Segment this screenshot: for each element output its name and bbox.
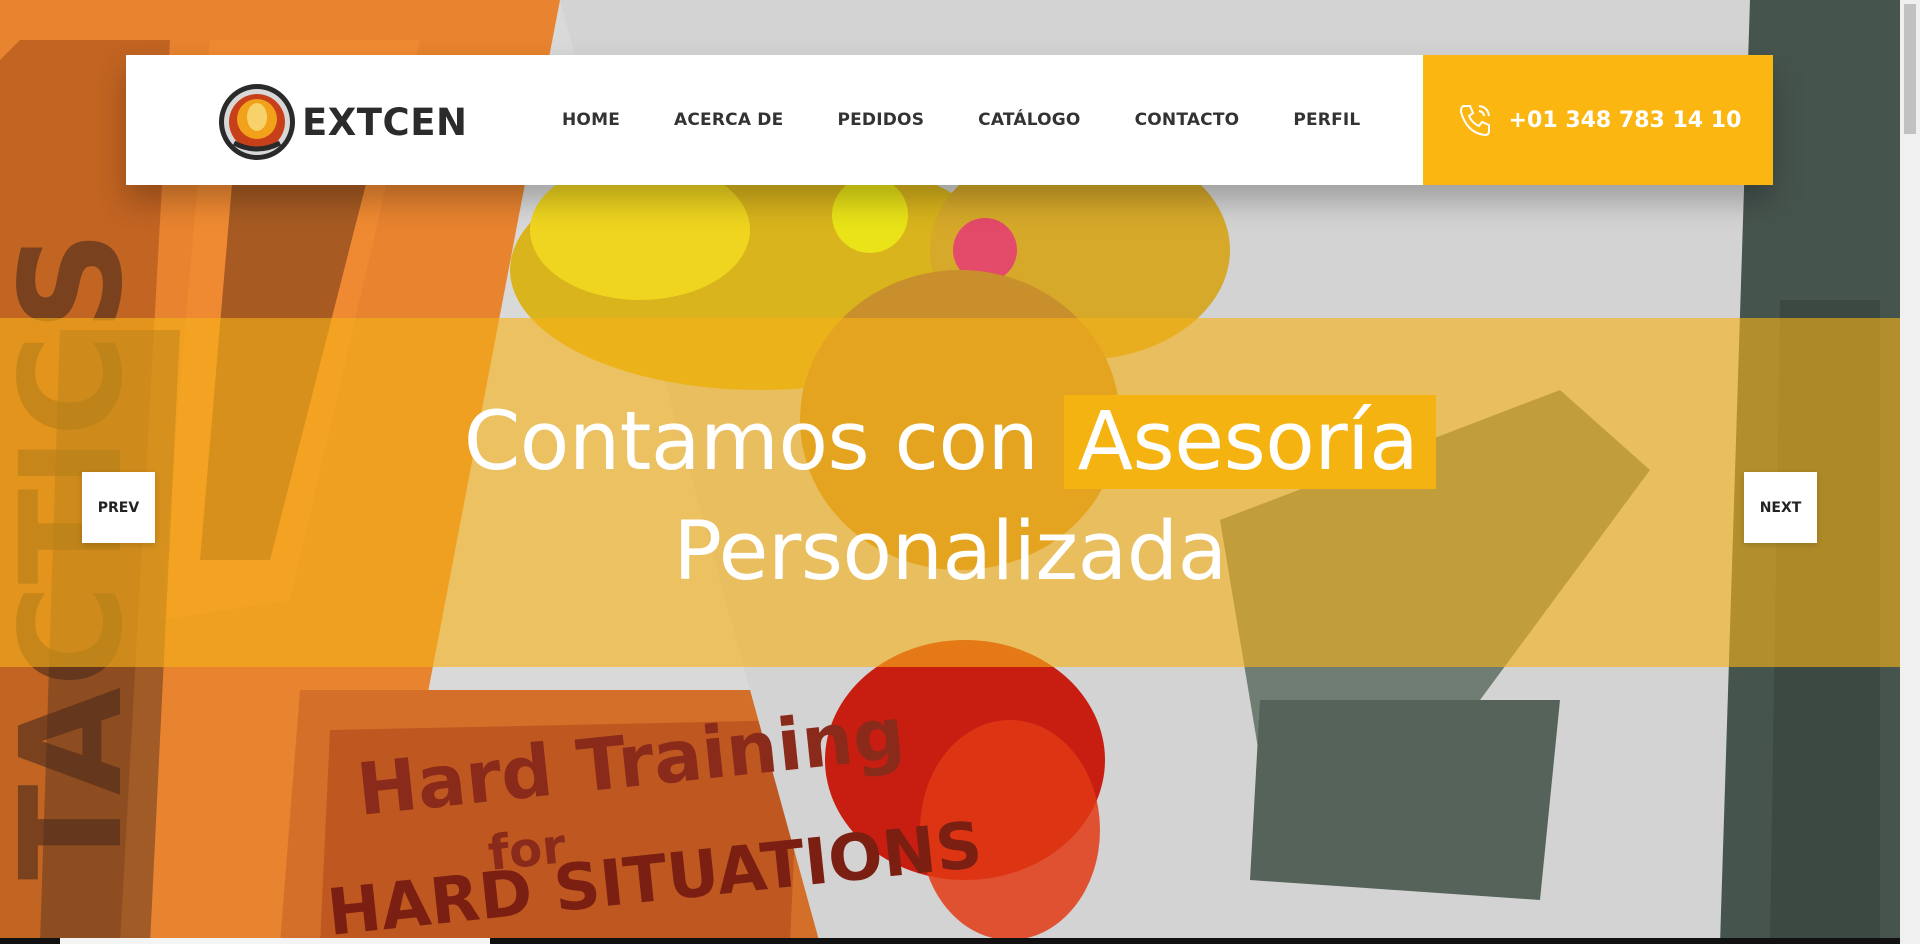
main-nav: HOME ACERCA DE PEDIDOS CATÁLOGO CONTACTO…: [562, 55, 1414, 185]
headline-highlight-text: Asesoría: [1063, 395, 1437, 489]
phone-number-link[interactable]: +01 348 783 14 10: [1509, 108, 1742, 133]
brand-name: EXTCEN: [302, 100, 468, 144]
nav-pedidos[interactable]: PEDIDOS: [837, 110, 924, 130]
scrollbar-thumb[interactable]: [1904, 4, 1916, 134]
hero-headline-line1: Contamos con Asesoría: [0, 395, 1900, 489]
nav-perfil[interactable]: PERFIL: [1293, 110, 1360, 130]
nav-acerca-de[interactable]: ACERCA DE: [674, 110, 783, 130]
headline-band: [0, 318, 1900, 667]
hero-headline-line2: Personalizada: [673, 505, 1227, 599]
nav-home[interactable]: HOME: [562, 110, 620, 130]
prev-slide-button[interactable]: PREV: [82, 472, 155, 543]
bottom-edge-segment: [60, 938, 490, 944]
phone-contact-box: +01 348 783 14 10: [1423, 55, 1773, 185]
fire-extinguisher-badge-icon: [219, 84, 295, 160]
nav-catalogo[interactable]: CATÁLOGO: [978, 110, 1080, 130]
page-scrollbar[interactable]: [1900, 0, 1920, 944]
next-slide-button[interactable]: NEXT: [1744, 472, 1817, 543]
headline-plain-text: Contamos con: [463, 395, 1064, 489]
bottom-edge: [0, 938, 1900, 944]
site-header: EXTCEN HOME ACERCA DE PEDIDOS CATÁLOGO C…: [126, 55, 1773, 185]
brand-logo-link[interactable]: EXTCEN: [218, 83, 467, 161]
nav-contacto[interactable]: CONTACTO: [1135, 110, 1240, 130]
phone-icon: [1459, 105, 1490, 137]
